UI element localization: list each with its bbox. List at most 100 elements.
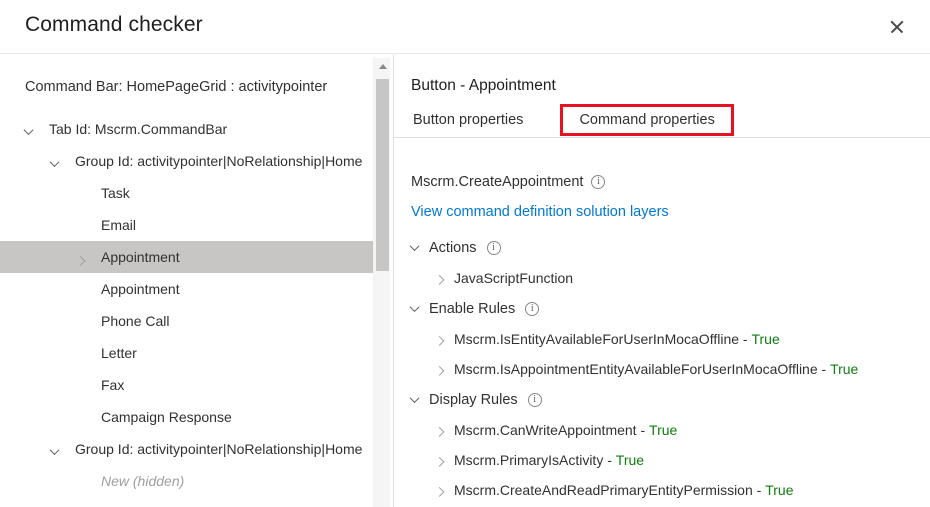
tab-command-properties[interactable]: Command properties <box>560 104 734 136</box>
tree-item[interactable]: Tab Id: Mscrm.CommandBar <box>0 113 373 145</box>
command-info-icon[interactable] <box>591 174 606 190</box>
button-details-panel: Button - Appointment Button properties C… <box>394 55 930 507</box>
tree-item-label: Group Id: activitypointer|NoRelationship… <box>75 153 363 169</box>
scrollbar-thumb[interactable] <box>376 79 389 271</box>
tree-item-label: Tab Id: Mscrm.CommandBar <box>49 121 228 137</box>
tab-button-properties[interactable]: Button properties <box>411 106 525 134</box>
rule-value: True <box>615 452 645 468</box>
tree-item[interactable]: Fax <box>0 369 373 401</box>
info-icon[interactable] <box>525 301 540 317</box>
twisty-placeholder <box>77 186 91 200</box>
tree-item[interactable]: Campaign Response <box>0 401 373 433</box>
rule-value: True <box>765 482 794 498</box>
tree-item-label: Campaign Response <box>101 409 232 425</box>
chevron-down-icon[interactable] <box>409 241 420 252</box>
rule-section: Enable Rules Mscrm.IsEntityAvailableForUs… <box>394 293 930 384</box>
chevron-right-icon[interactable] <box>434 456 445 467</box>
rule-separator: - <box>636 422 650 438</box>
command-properties-content: Mscrm.CreateAppointment View command def… <box>394 138 930 507</box>
tree-item[interactable]: New (hidden) <box>0 465 373 497</box>
tree-item-label: Task <box>101 185 130 201</box>
tree-item-label: Fax <box>101 377 125 393</box>
rule-value: True <box>649 422 678 438</box>
rule-section-title: Display Rules <box>429 391 518 408</box>
page-title: Command checker <box>25 13 203 36</box>
twisty-placeholder <box>77 378 91 392</box>
dialog-header: Command checker <box>0 0 930 54</box>
rule-separator: - <box>739 331 752 347</box>
chevron-right-icon[interactable] <box>75 250 91 266</box>
command-checker-dialog: Command checker Command Bar: HomePageGri… <box>0 0 930 507</box>
rule-value: True <box>830 361 859 377</box>
chevron-right-icon[interactable] <box>434 335 445 346</box>
tree-item-label: Letter <box>101 345 137 361</box>
rule-row[interactable]: Mscrm.CanWriteAppointment - True <box>394 415 930 445</box>
rule-section-title: Actions <box>429 239 477 256</box>
rule-sections: Actions JavaScriptFunction Enable Rules Msc… <box>394 232 930 505</box>
rule-label: Mscrm.PrimaryIsActivity <box>454 452 604 468</box>
twisty-placeholder <box>77 346 91 360</box>
chevron-right-icon[interactable] <box>434 486 445 497</box>
chevron-down-icon[interactable] <box>49 154 65 168</box>
rule-label: Mscrm.IsAppointmentEntityAvailableForUse… <box>454 361 818 377</box>
chevron-right-icon[interactable] <box>434 426 445 437</box>
twisty-placeholder <box>77 410 91 424</box>
chevron-down-icon[interactable] <box>409 393 420 404</box>
rule-section-header[interactable]: Enable Rules <box>394 293 930 324</box>
tree-item-label: Email <box>101 217 137 233</box>
tree-item[interactable]: Letter <box>0 337 373 369</box>
tree-item[interactable]: Task <box>0 177 373 209</box>
rule-label: Mscrm.IsEntityAvailableForUserInMocaOffl… <box>454 331 740 347</box>
twisty-placeholder <box>77 474 91 488</box>
tree-item-label: Appointment <box>101 249 180 265</box>
rule-row[interactable]: Mscrm.PrimaryIsActivity - True <box>394 445 930 475</box>
command-bar-tree-panel: Command Bar: HomePageGrid : activitypoin… <box>0 55 393 507</box>
twisty-placeholder <box>77 282 91 296</box>
rule-section-header[interactable]: Actions <box>394 232 930 263</box>
rule-section: Actions JavaScriptFunction <box>394 232 930 293</box>
tree-scrollbar[interactable] <box>373 58 390 507</box>
info-icon[interactable] <box>527 392 542 408</box>
button-details-title: Button - Appointment <box>411 77 556 94</box>
rule-section-title: Enable Rules <box>429 300 516 317</box>
details-tab-strip: Button properties Command properties <box>411 103 734 137</box>
chevron-right-icon[interactable] <box>434 365 445 376</box>
twisty-placeholder <box>77 218 91 232</box>
view-solution-layers-link[interactable]: View command definition solution layers <box>411 204 669 220</box>
rule-row[interactable]: Mscrm.IsAppointmentEntityAvailableForUse… <box>394 354 930 384</box>
command-name-row: Mscrm.CreateAppointment <box>411 174 606 190</box>
command-bar-tree[interactable]: Tab Id: Mscrm.CommandBar Group Id: activi… <box>0 113 373 507</box>
tree-item-label: Phone Call <box>101 313 170 329</box>
tree-item[interactable]: Appointment <box>0 273 373 305</box>
command-bar-caption: Command Bar: HomePageGrid : activitypoin… <box>25 79 328 95</box>
tree-item-label: New (hidden) <box>101 473 185 489</box>
rule-separator: - <box>603 452 616 468</box>
tree-item[interactable]: Group Id: activitypointer|NoRelationship… <box>0 145 373 177</box>
tree-item-label: Appointment <box>101 281 180 297</box>
close-icon <box>889 19 905 35</box>
chevron-down-icon[interactable] <box>23 122 39 136</box>
info-icon[interactable] <box>486 240 501 256</box>
rule-label: Mscrm.CanWriteAppointment <box>454 422 637 438</box>
rule-row[interactable]: JavaScriptFunction <box>394 263 930 293</box>
close-button[interactable] <box>878 8 916 46</box>
rule-section: Display Rules Mscrm.CanWriteAppointment -… <box>394 384 930 505</box>
tree-item-label: Group Id: activitypointer|NoRelationship… <box>75 441 363 457</box>
rule-label: Mscrm.CreateAndReadPrimaryEntityPermissi… <box>454 482 753 498</box>
chevron-down-icon[interactable] <box>49 442 65 456</box>
rule-row[interactable]: Mscrm.IsEntityAvailableForUserInMocaOffl… <box>394 324 930 354</box>
chevron-right-icon[interactable] <box>434 274 445 285</box>
tree-item[interactable]: Phone Call <box>0 305 373 337</box>
rule-section-header[interactable]: Display Rules <box>394 384 930 415</box>
scroll-up-arrow-icon[interactable] <box>374 58 391 75</box>
tree-item[interactable]: Group Id: activitypointer|NoRelationship… <box>0 433 373 465</box>
rule-separator: - <box>752 482 766 498</box>
twisty-placeholder <box>77 314 91 328</box>
tree-item[interactable]: Email <box>0 209 373 241</box>
tree-item[interactable]: Appointment <box>0 241 373 273</box>
rule-row[interactable]: Mscrm.CreateAndReadPrimaryEntityPermissi… <box>394 475 930 505</box>
chevron-down-icon[interactable] <box>409 302 420 313</box>
rule-value: True <box>751 331 780 347</box>
command-name: Mscrm.CreateAppointment <box>411 174 584 190</box>
rule-label: JavaScriptFunction <box>454 270 574 286</box>
